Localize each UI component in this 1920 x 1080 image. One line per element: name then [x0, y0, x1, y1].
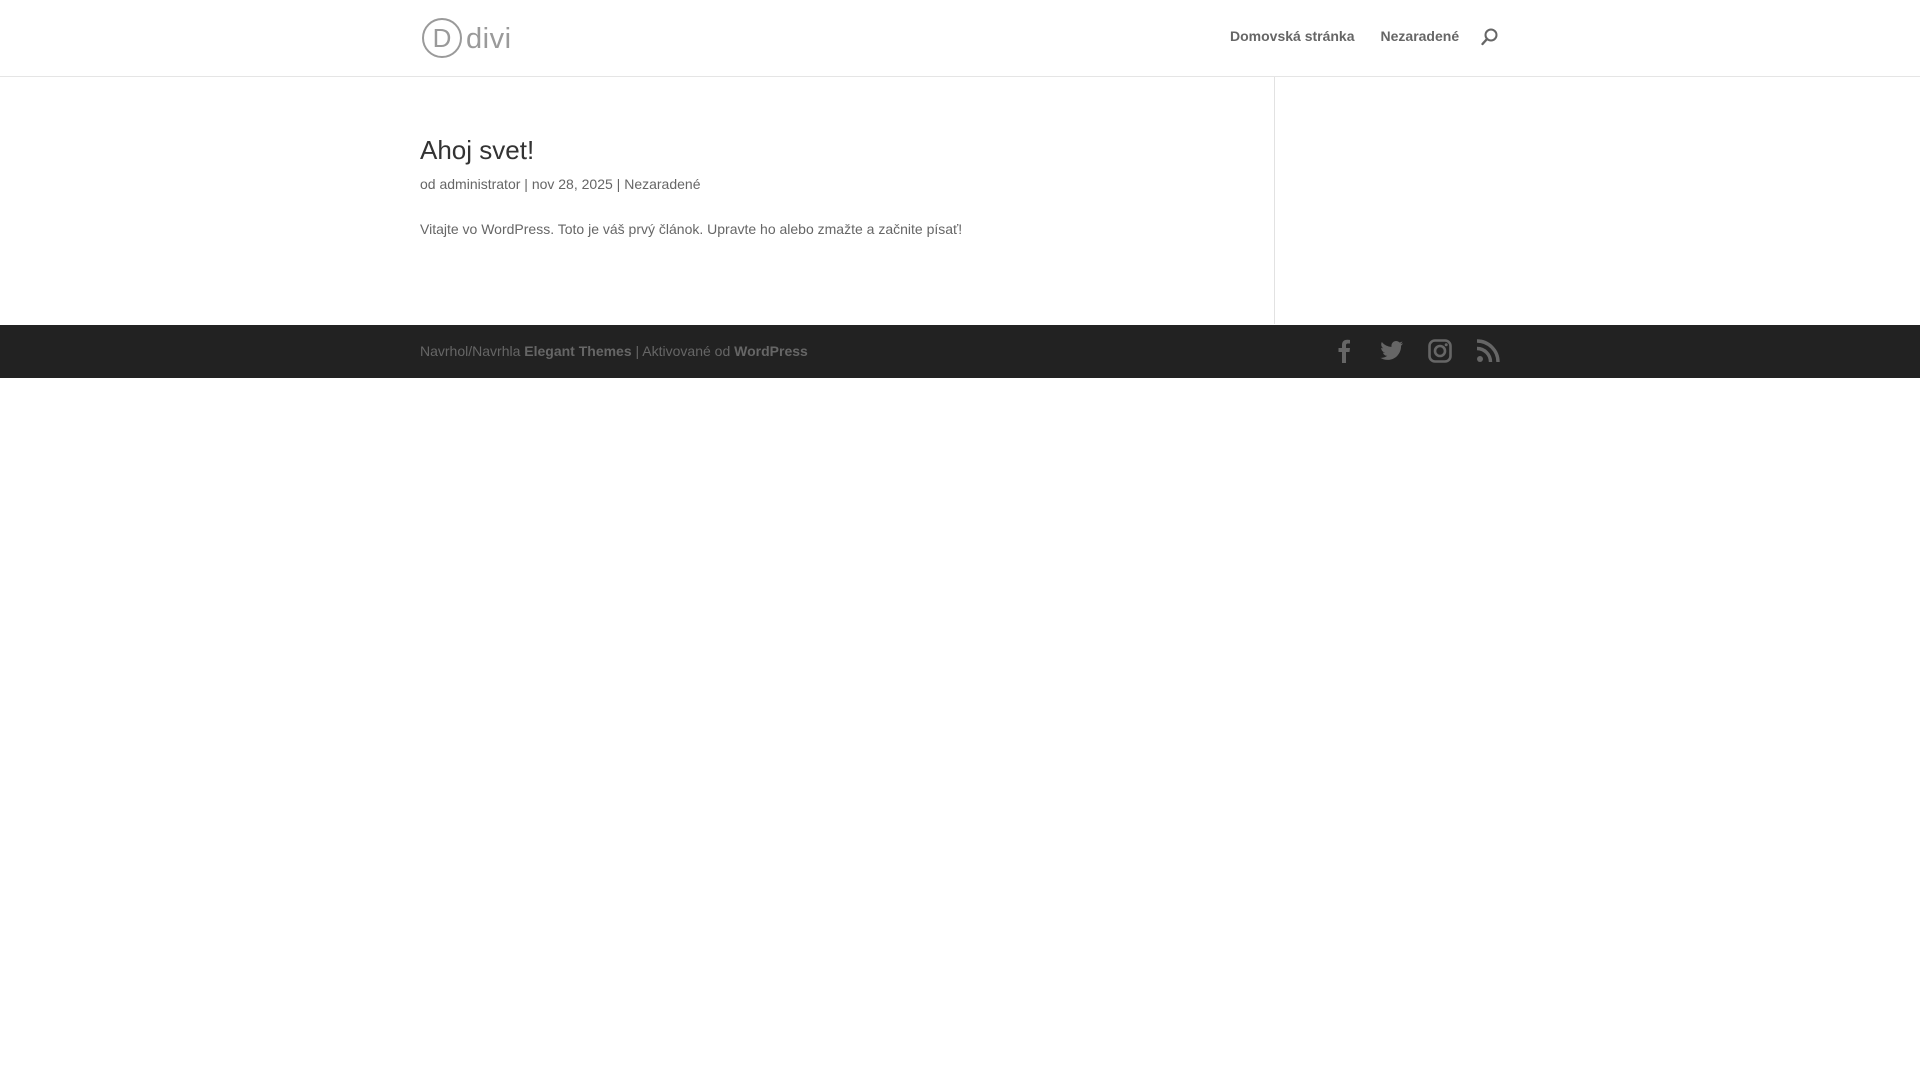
nav-item-uncategorized[interactable]: Nezaradené	[1381, 28, 1460, 44]
search-icon	[1481, 28, 1498, 46]
site-footer: Navrhol/Navrhla Elegant Themes | Aktivov…	[0, 325, 1920, 378]
search-button[interactable]	[1480, 27, 1500, 47]
designed-by-text: Navrhol/Navrhla	[420, 343, 521, 359]
wordpress-link[interactable]: WordPress	[734, 343, 808, 359]
nav-item-home[interactable]: Domovská stránka	[1230, 28, 1355, 44]
footer-separator: |	[635, 343, 640, 359]
post-meta: od administrator | nov 28, 2025 | Nezara…	[420, 175, 700, 193]
site-header: D divi Domovská stránka Nezaradené	[0, 0, 1920, 76]
theme-link[interactable]: Elegant Themes	[524, 343, 631, 359]
meta-prefix: od	[420, 176, 436, 192]
instagram-link[interactable]	[1428, 338, 1452, 364]
rss-link[interactable]	[1476, 338, 1500, 364]
post-excerpt: Vitajte vo WordPress. Toto je váš prvý č…	[420, 221, 963, 237]
author-link[interactable]: administrator	[439, 176, 520, 192]
main-content	[0, 77, 1920, 324]
twitter-link[interactable]	[1380, 338, 1404, 364]
powered-by-text: Aktivované od	[642, 343, 731, 359]
social-icons	[1332, 338, 1500, 364]
sidebar-divider	[1274, 77, 1275, 324]
site-logo[interactable]: D divi	[422, 17, 514, 59]
logo-text: divi	[466, 22, 512, 55]
footer-credits: Navrhol/Navrhla Elegant Themes | Aktivov…	[420, 342, 808, 360]
facebook-link[interactable]	[1332, 338, 1356, 364]
logo-mark: D	[422, 18, 462, 58]
top-navigation: Domovská stránka Nezaradené	[1230, 28, 1459, 44]
category-link[interactable]: Nezaradené	[624, 176, 700, 192]
post-date: nov 28, 2025	[531, 176, 613, 192]
meta-separator: |	[616, 176, 621, 192]
post-title[interactable]: Ahoj svet!	[420, 134, 534, 166]
rss-icon	[1476, 339, 1500, 363]
twitter-icon	[1380, 341, 1404, 360]
instagram-icon	[1428, 339, 1452, 363]
meta-separator: |	[524, 176, 528, 192]
facebook-icon	[1338, 339, 1350, 363]
